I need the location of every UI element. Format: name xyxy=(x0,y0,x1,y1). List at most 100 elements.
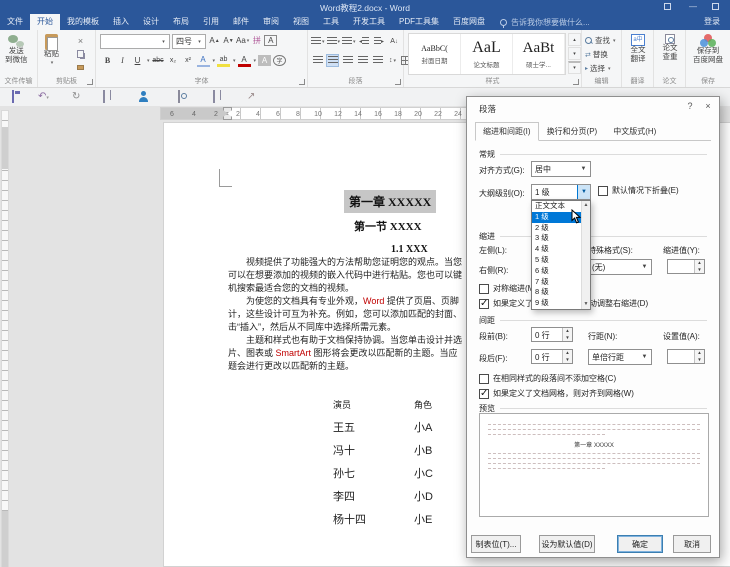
font-dialog-launcher[interactable] xyxy=(299,79,305,85)
clipboard-dialog-launcher[interactable] xyxy=(87,79,93,85)
multilevel-list-button[interactable]: ▾ xyxy=(342,35,356,48)
style-masters[interactable]: AaBt 硕士学... xyxy=(513,34,565,74)
dropdown-item-level3[interactable]: 3 级 xyxy=(532,233,581,244)
sub-heading[interactable]: 1.1 XXX xyxy=(391,244,428,255)
save-icon[interactable] xyxy=(12,90,14,103)
tab-my-templates[interactable]: 我的模板 xyxy=(60,14,106,30)
redo-icon[interactable]: ↻ xyxy=(72,91,80,102)
scroll-down-icon[interactable]: ▼ xyxy=(582,300,590,309)
styles-scroll-down-icon[interactable]: ▾ xyxy=(568,47,581,60)
tab-layout[interactable]: 布局 xyxy=(166,14,196,30)
section-heading[interactable]: 第一节 XXXX xyxy=(354,218,422,234)
increase-indent-button[interactable]: ▸ xyxy=(373,35,386,48)
find-button[interactable]: 查找 ▾ xyxy=(585,35,616,46)
tab-references[interactable]: 引用 xyxy=(196,14,226,30)
spin-down-icon[interactable]: ▼ xyxy=(563,334,572,341)
scroll-up-icon[interactable]: ▲ xyxy=(582,201,590,210)
styles-dialog-launcher[interactable] xyxy=(573,79,579,85)
dropdown-item-level2[interactable]: 2 级 xyxy=(532,223,581,234)
spin-down-icon[interactable]: ▼ xyxy=(563,356,572,363)
character-shading-button[interactable]: A xyxy=(258,55,272,66)
dropdown-item-level6[interactable]: 6 级 xyxy=(532,266,581,277)
line-spacing-combo[interactable]: 单倍行距 ▼ xyxy=(588,349,652,365)
vertical-ruler[interactable] xyxy=(1,110,9,567)
tab-pdf-tools[interactable]: PDF工具集 xyxy=(392,14,446,30)
subscript-button[interactable]: x₂ xyxy=(167,54,180,67)
close-icon[interactable]: × xyxy=(701,101,715,111)
dropdown-item-level8[interactable]: 8 级 xyxy=(532,287,581,298)
chapter-heading[interactable]: 第一章 XXXXX xyxy=(344,190,437,213)
font-color-button[interactable]: A xyxy=(237,55,251,67)
align-right-button[interactable] xyxy=(341,54,354,67)
bold-button[interactable]: B xyxy=(101,54,114,67)
tab-mailings[interactable]: 邮件 xyxy=(226,14,256,30)
collapsed-by-default-checkbox[interactable]: 默认情况下折叠(E) xyxy=(598,185,679,196)
no-space-same-style-checkbox[interactable]: 在相同样式的段落间不添加空格(C) xyxy=(479,373,616,384)
sign-in-button[interactable]: 登录 xyxy=(704,14,720,30)
undo-icon[interactable]: ↶▾ xyxy=(38,91,49,104)
distribute-button[interactable] xyxy=(371,54,384,67)
print-icon[interactable] xyxy=(213,90,215,103)
strikethrough-button[interactable]: abc xyxy=(152,54,165,67)
dropdown-scrollbar[interactable]: ▲ ▼ xyxy=(581,201,590,309)
grow-font-button[interactable]: A ▲ xyxy=(208,34,221,47)
paper-check-button[interactable]: 论文 查重 xyxy=(656,34,684,61)
tabs-button[interactable]: 制表位(T)... xyxy=(471,535,521,553)
cancel-button[interactable]: 取消 xyxy=(673,535,711,553)
ribbon-options-icon[interactable] xyxy=(664,2,674,12)
special-combo[interactable]: (无) ▼ xyxy=(588,259,652,275)
tab-indents-spacing[interactable]: 缩进和间距(I) xyxy=(475,122,539,141)
save-to-netdisk-button[interactable]: 保存到 百度网盘 xyxy=(688,34,728,64)
tab-asian-typography[interactable]: 中文版式(H) xyxy=(605,122,664,141)
numbering-button[interactable]: ▾ xyxy=(326,35,340,48)
tab-insert[interactable]: 插入 xyxy=(106,14,136,30)
align-center-button[interactable] xyxy=(326,54,339,67)
full-text-translate-button[interactable]: a中 全文 翻译 xyxy=(624,34,652,63)
enclose-characters-button[interactable]: 字 xyxy=(273,55,287,66)
at-spinner[interactable]: ▲ ▼ xyxy=(667,349,705,364)
tab-line-page-breaks[interactable]: 换行和分页(P) xyxy=(539,122,606,141)
replace-button[interactable]: ⇄ 替换 xyxy=(585,49,616,60)
tab-design[interactable]: 设计 xyxy=(136,14,166,30)
mirror-indents-checkbox[interactable]: 对称缩进(M) xyxy=(479,283,537,294)
paste-button[interactable]: 粘贴 ▾ xyxy=(44,34,59,67)
tab-baidu-netdisk[interactable]: 百度网盘 xyxy=(446,14,492,30)
font-name-combo[interactable]: ▾ xyxy=(100,34,170,49)
print-preview-icon[interactable] xyxy=(178,90,180,103)
style-paper-title[interactable]: AaL 论文标题 xyxy=(461,34,513,74)
tab-developer[interactable]: 开发工具 xyxy=(346,14,392,30)
tab-view[interactable]: 视图 xyxy=(286,14,316,30)
underline-button[interactable]: U xyxy=(131,54,144,67)
styles-scroll-up-icon[interactable]: ▴ xyxy=(568,33,581,46)
minimize-icon[interactable]: — xyxy=(688,2,698,12)
superscript-button[interactable]: x² xyxy=(182,54,195,67)
bullets-button[interactable]: ▾ xyxy=(311,35,325,48)
spin-down-icon[interactable]: ▼ xyxy=(695,356,704,363)
tab-review[interactable]: 审阅 xyxy=(256,14,286,30)
character-border-button[interactable]: A xyxy=(264,35,278,46)
line-spacing-button[interactable]: ↕ ▾ xyxy=(386,54,399,67)
space-after-spinner[interactable]: 0 行 ▲ ▼ xyxy=(531,349,573,364)
styles-more-icon[interactable]: ▾ xyxy=(568,61,581,74)
change-case-button[interactable]: Aa ▾ xyxy=(236,34,249,47)
paragraph-dialog-launcher[interactable] xyxy=(395,79,401,85)
sort-button[interactable]: A ↓ xyxy=(388,35,401,48)
shrink-font-button[interactable]: A ▼ xyxy=(222,34,235,47)
justify-button[interactable] xyxy=(356,54,369,67)
send-to-wechat-button[interactable]: 发送 到微信 xyxy=(5,35,28,64)
dropdown-item-level5[interactable]: 5 级 xyxy=(532,255,581,266)
tab-file[interactable]: 文件 xyxy=(0,14,30,30)
maximize-icon[interactable] xyxy=(712,2,722,12)
dropdown-item-level7[interactable]: 7 级 xyxy=(532,277,581,288)
alignment-combo[interactable]: 居中 ▼ xyxy=(531,161,591,177)
format-painter-icon[interactable] xyxy=(74,62,87,72)
tab-home[interactable]: 开始 xyxy=(30,14,60,30)
dropdown-item-level9[interactable]: 9 级 xyxy=(532,298,581,309)
outline-level-combo[interactable]: 1 级 ▼ xyxy=(531,184,591,200)
cut-icon[interactable]: × xyxy=(74,36,87,46)
tab-tools[interactable]: 工具 xyxy=(316,14,346,30)
outline-level-dropdown[interactable]: 正文文本 1 级 2 级 3 级 4 级 5 级 6 级 7 级 8 级 9 级… xyxy=(531,200,591,310)
set-default-button[interactable]: 设为默认值(D) xyxy=(539,535,595,553)
two-page-view-icon[interactable] xyxy=(103,90,105,103)
decrease-indent-button[interactable]: ◂ xyxy=(358,35,371,48)
